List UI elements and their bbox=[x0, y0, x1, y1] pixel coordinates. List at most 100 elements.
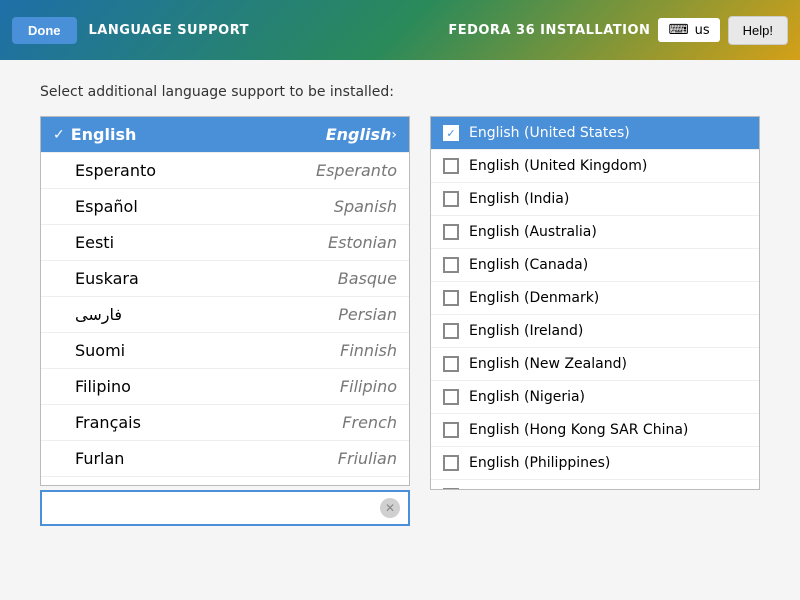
locale-list-item[interactable]: English (India) bbox=[431, 183, 759, 216]
language-list[interactable]: ✓ English English › Esperanto Esperanto … bbox=[40, 116, 410, 486]
language-list-item[interactable]: فارسی Persian bbox=[41, 297, 409, 333]
lang-name-wrap: Eesti bbox=[53, 233, 328, 252]
app-title: FEDORA 36 INSTALLATION bbox=[448, 23, 650, 38]
locale-list-item[interactable]: English (Philippines) bbox=[431, 447, 759, 480]
locale-list-item[interactable]: English (United States) bbox=[431, 117, 759, 150]
language-list-item[interactable]: Esperanto Esperanto bbox=[41, 153, 409, 189]
locale-checkbox bbox=[443, 389, 459, 405]
locale-name: English (Singapore) bbox=[469, 488, 606, 490]
lang-translated: English bbox=[326, 125, 392, 144]
lang-name-wrap: Furlan bbox=[53, 449, 338, 468]
lang-native: Furlan bbox=[75, 449, 124, 468]
lang-native: Frysk bbox=[75, 485, 117, 486]
lang-translated: French bbox=[342, 413, 397, 432]
locale-list-item[interactable]: English (Ireland) bbox=[431, 315, 759, 348]
lang-translated: Estonian bbox=[328, 233, 397, 252]
locale-checkbox bbox=[443, 422, 459, 438]
lang-name-wrap: Español bbox=[53, 197, 334, 216]
locale-checkbox bbox=[443, 356, 459, 372]
lang-translated: Friulian bbox=[338, 449, 397, 468]
arrow-icon: › bbox=[391, 127, 397, 143]
locale-name: English (Australia) bbox=[469, 224, 597, 240]
lang-name-wrap: Filipino bbox=[53, 377, 340, 396]
language-list-item[interactable]: Español Spanish bbox=[41, 189, 409, 225]
locale-checkbox bbox=[443, 323, 459, 339]
lang-native: Eesti bbox=[75, 233, 114, 252]
locale-name: English (Canada) bbox=[469, 257, 588, 273]
locale-list-item[interactable]: English (Denmark) bbox=[431, 282, 759, 315]
locale-name: English (Nigeria) bbox=[469, 389, 585, 405]
lang-translated: Basque bbox=[338, 269, 397, 288]
locale-name: English (United Kingdom) bbox=[469, 158, 647, 174]
language-list-item[interactable]: Filipino Filipino bbox=[41, 369, 409, 405]
locale-name: English (United States) bbox=[469, 125, 630, 141]
lang-native: English bbox=[71, 125, 137, 144]
lang-native: Français bbox=[75, 413, 141, 432]
locale-checkbox bbox=[443, 488, 459, 490]
content: Select additional language support to be… bbox=[0, 60, 800, 600]
language-list-item[interactable]: ✓ English English › bbox=[41, 117, 409, 153]
language-list-item[interactable]: Furlan Friulian bbox=[41, 441, 409, 477]
language-list-item[interactable]: Frysk Western Frisian bbox=[41, 477, 409, 486]
lang-translated: Spanish bbox=[334, 197, 397, 216]
locale-checkbox bbox=[443, 455, 459, 471]
lang-native: Filipino bbox=[75, 377, 131, 396]
search-bar[interactable]: ✕ bbox=[40, 490, 410, 526]
locale-list-item[interactable]: English (Canada) bbox=[431, 249, 759, 282]
locale-checkbox bbox=[443, 125, 459, 141]
language-list-item[interactable]: Eesti Estonian bbox=[41, 225, 409, 261]
header: Done LANGUAGE SUPPORT FEDORA 36 INSTALLA… bbox=[0, 0, 800, 60]
locale-checkbox bbox=[443, 290, 459, 306]
locale-name: English (Denmark) bbox=[469, 290, 599, 306]
lang-translated: Esperanto bbox=[316, 161, 397, 180]
locale-name: English (Philippines) bbox=[469, 455, 610, 471]
lang-native: Esperanto bbox=[75, 161, 156, 180]
locale-list-item[interactable]: English (Australia) bbox=[431, 216, 759, 249]
panels: ✓ English English › Esperanto Esperanto … bbox=[40, 116, 760, 526]
lang-name-wrap: Euskara bbox=[53, 269, 338, 288]
locale-list-item[interactable]: English (Singapore) bbox=[431, 480, 759, 490]
locale-name: English (India) bbox=[469, 191, 569, 207]
lang-translated: Finnish bbox=[340, 341, 397, 360]
locale-checkbox bbox=[443, 224, 459, 240]
search-input[interactable] bbox=[50, 500, 380, 516]
language-list-container: ✓ English English › Esperanto Esperanto … bbox=[40, 116, 410, 526]
header-title: LANGUAGE SUPPORT bbox=[89, 23, 250, 38]
lang-native: فارسی bbox=[75, 305, 122, 324]
lang-native: Euskara bbox=[75, 269, 139, 288]
language-list-item[interactable]: Français French bbox=[41, 405, 409, 441]
language-list-item[interactable]: Suomi Finnish bbox=[41, 333, 409, 369]
lang-name-wrap: فارسی bbox=[53, 305, 338, 324]
locale-list-item[interactable]: English (Nigeria) bbox=[431, 381, 759, 414]
locale-checkbox bbox=[443, 191, 459, 207]
lang-native: Español bbox=[75, 197, 138, 216]
locale-checkbox bbox=[443, 257, 459, 273]
locale-list-item[interactable]: English (New Zealand) bbox=[431, 348, 759, 381]
lang-translated: Western Frisian bbox=[272, 485, 397, 486]
lang-name-wrap: Français bbox=[53, 413, 342, 432]
lang-name-wrap: Esperanto bbox=[53, 161, 316, 180]
instruction-text: Select additional language support to be… bbox=[40, 84, 760, 100]
locale-name: English (Ireland) bbox=[469, 323, 583, 339]
locale-name: English (New Zealand) bbox=[469, 356, 627, 372]
locale-list-container: English (United States) English (United K… bbox=[430, 116, 760, 526]
locale-list-item[interactable]: English (United Kingdom) bbox=[431, 150, 759, 183]
keyboard-layout-label: us bbox=[695, 23, 710, 38]
locale-name: English (Hong Kong SAR China) bbox=[469, 422, 688, 438]
header-right: FEDORA 36 INSTALLATION ⌨ us Help! bbox=[448, 16, 788, 45]
keyboard-icon: ⌨ bbox=[668, 22, 688, 38]
done-button[interactable]: Done bbox=[12, 17, 77, 44]
language-list-item[interactable]: Euskara Basque bbox=[41, 261, 409, 297]
lang-name-wrap: ✓ English bbox=[53, 125, 326, 144]
lang-translated: Persian bbox=[338, 305, 397, 324]
locale-list-item[interactable]: English (Hong Kong SAR China) bbox=[431, 414, 759, 447]
keyboard-indicator[interactable]: ⌨ us bbox=[658, 18, 719, 42]
locale-list[interactable]: English (United States) English (United K… bbox=[430, 116, 760, 490]
lang-name-wrap: Suomi bbox=[53, 341, 340, 360]
search-clear-button[interactable]: ✕ bbox=[380, 498, 400, 518]
lang-translated: Filipino bbox=[340, 377, 397, 396]
lang-native: Suomi bbox=[75, 341, 125, 360]
lang-name-wrap: Frysk bbox=[53, 485, 272, 486]
header-left: Done LANGUAGE SUPPORT bbox=[12, 17, 249, 44]
help-button[interactable]: Help! bbox=[728, 16, 788, 45]
